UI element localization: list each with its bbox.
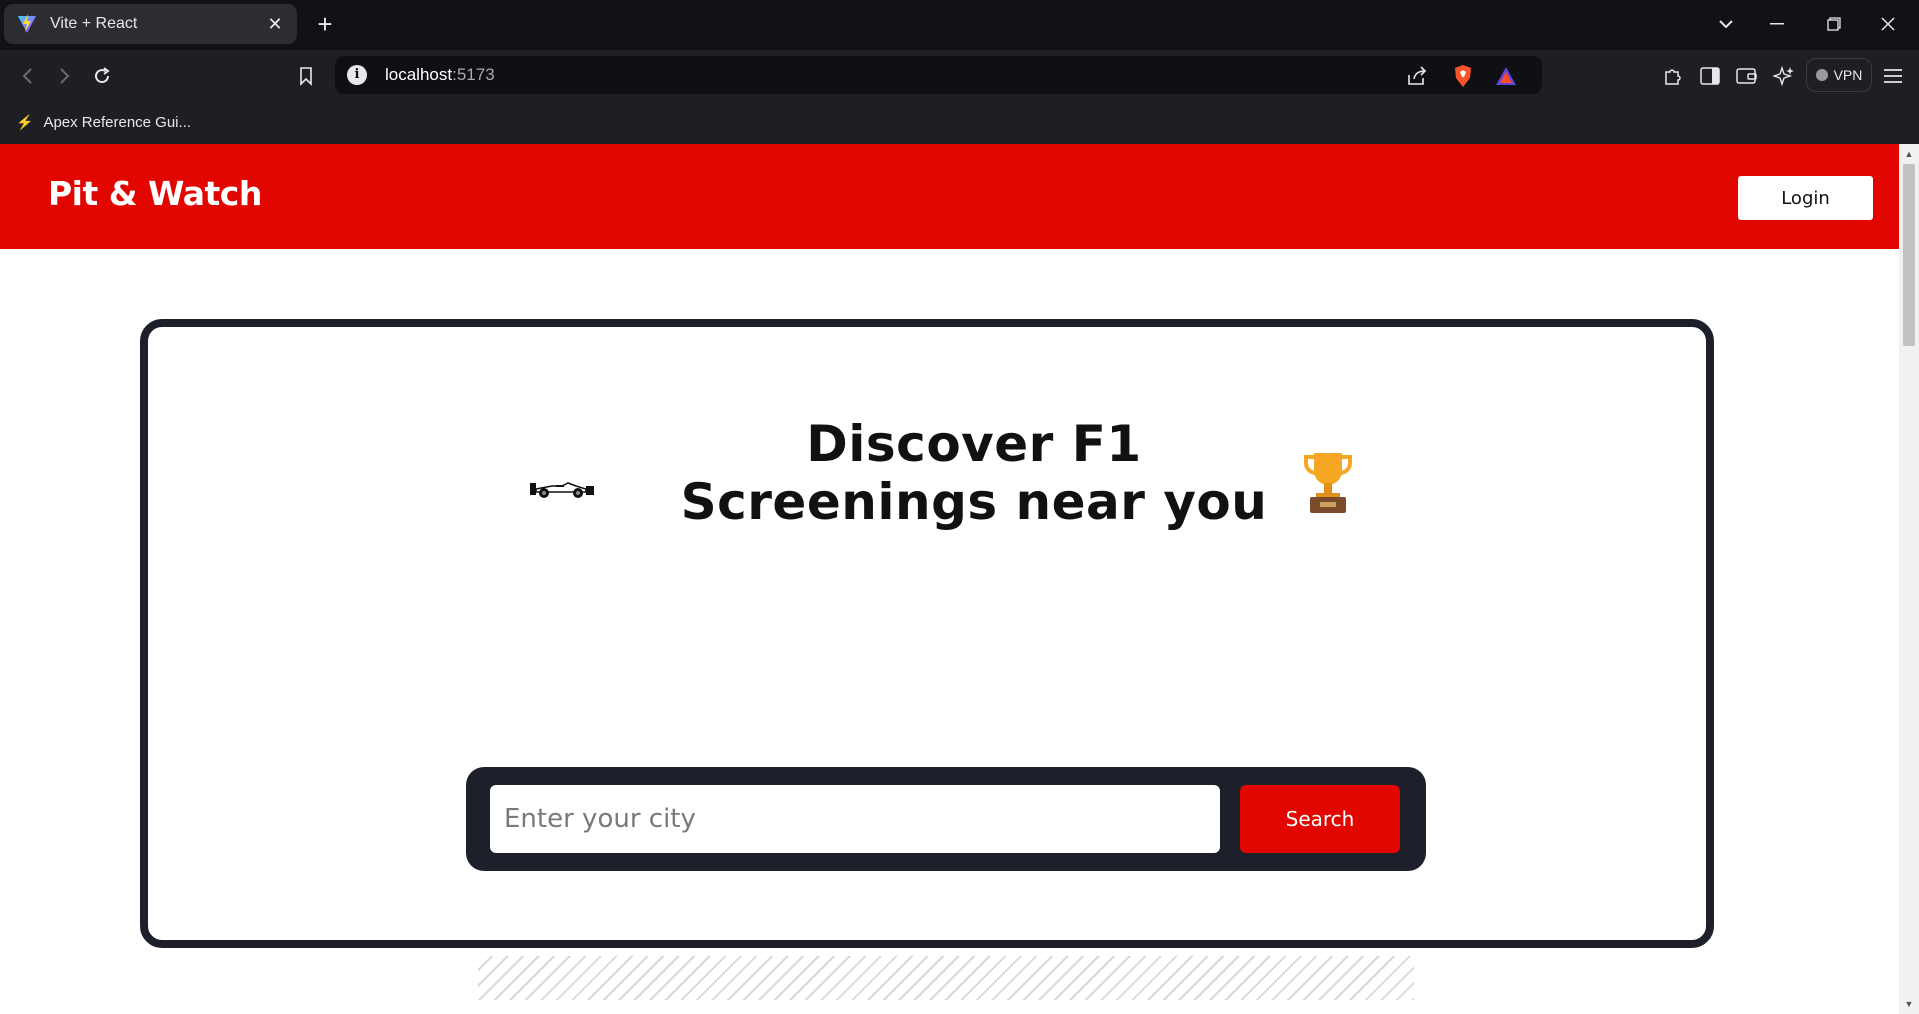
- close-tab-icon[interactable]: ✕: [265, 14, 285, 35]
- extensions-icon[interactable]: [1660, 63, 1686, 89]
- new-tab-button[interactable]: +: [311, 10, 339, 38]
- url-port: :5173: [452, 65, 495, 84]
- vite-logo-icon: [18, 14, 36, 33]
- brave-shields-icon[interactable]: [1450, 63, 1476, 89]
- page-scrollbar[interactable]: ▲ ▼: [1899, 144, 1919, 1014]
- wallet-icon[interactable]: [1734, 63, 1760, 89]
- restore-icon[interactable]: [1820, 10, 1848, 38]
- vpn-button[interactable]: VPN: [1806, 58, 1872, 92]
- forward-icon[interactable]: [50, 62, 78, 90]
- hero-title-line2: Screenings near you: [680, 473, 1268, 531]
- hero-title-line1: Discover F1: [806, 415, 1142, 473]
- browser-tab-strip: Vite + React ✕ +: [0, 0, 1919, 50]
- share-icon[interactable]: [1404, 63, 1430, 89]
- trophy-icon: [1304, 453, 1352, 513]
- address-bar[interactable]: i localhost:5173: [335, 56, 1542, 94]
- browser-tab[interactable]: Vite + React ✕: [4, 4, 297, 44]
- bookmark-apex-reference[interactable]: ⚡ Apex Reference Gui...: [16, 108, 191, 136]
- vpn-status-icon: [1815, 69, 1828, 81]
- search-button[interactable]: Search: [1240, 785, 1400, 853]
- f1-car-icon: [530, 482, 594, 498]
- tab-list-chevron-icon[interactable]: [1712, 10, 1740, 38]
- lightning-icon: ⚡: [16, 113, 34, 130]
- hero-title: Discover F1 Screenings near you: [654, 415, 1294, 531]
- close-window-icon[interactable]: [1874, 10, 1902, 38]
- sidebar-icon[interactable]: [1697, 63, 1723, 89]
- scroll-up-icon[interactable]: ▲: [1903, 148, 1915, 160]
- reload-icon[interactable]: [88, 62, 116, 90]
- leo-ai-icon[interactable]: [1771, 63, 1797, 89]
- url-text[interactable]: localhost:5173: [385, 65, 495, 85]
- minimize-icon[interactable]: [1763, 10, 1791, 38]
- page-viewport: Pit & Watch Login Discover F1 Screenings…: [0, 144, 1899, 1014]
- tab-title: Vite + React: [50, 15, 138, 32]
- results-placeholder-hatch: [478, 956, 1414, 1000]
- bookmark-icon[interactable]: [292, 62, 320, 90]
- brave-rewards-icon[interactable]: [1493, 63, 1519, 89]
- menu-icon[interactable]: [1880, 63, 1906, 89]
- url-host: localhost: [385, 65, 453, 84]
- vpn-label: VPN: [1833, 67, 1863, 83]
- bookmark-label: Apex Reference Gui...: [43, 113, 192, 131]
- search-panel: Search: [466, 767, 1426, 871]
- hero-card: Discover F1 Screenings near you Search: [140, 319, 1714, 1000]
- bookmarks-bar: [0, 100, 1919, 144]
- city-search-input[interactable]: [490, 785, 1220, 853]
- login-button[interactable]: Login: [1738, 176, 1873, 220]
- site-info-icon[interactable]: i: [347, 65, 367, 85]
- site-logo[interactable]: Pit & Watch: [48, 174, 262, 213]
- scroll-thumb[interactable]: [1903, 164, 1915, 346]
- scroll-down-icon[interactable]: ▼: [1903, 998, 1915, 1010]
- site-header: Pit & Watch Login: [0, 144, 1899, 249]
- back-icon[interactable]: [14, 62, 42, 90]
